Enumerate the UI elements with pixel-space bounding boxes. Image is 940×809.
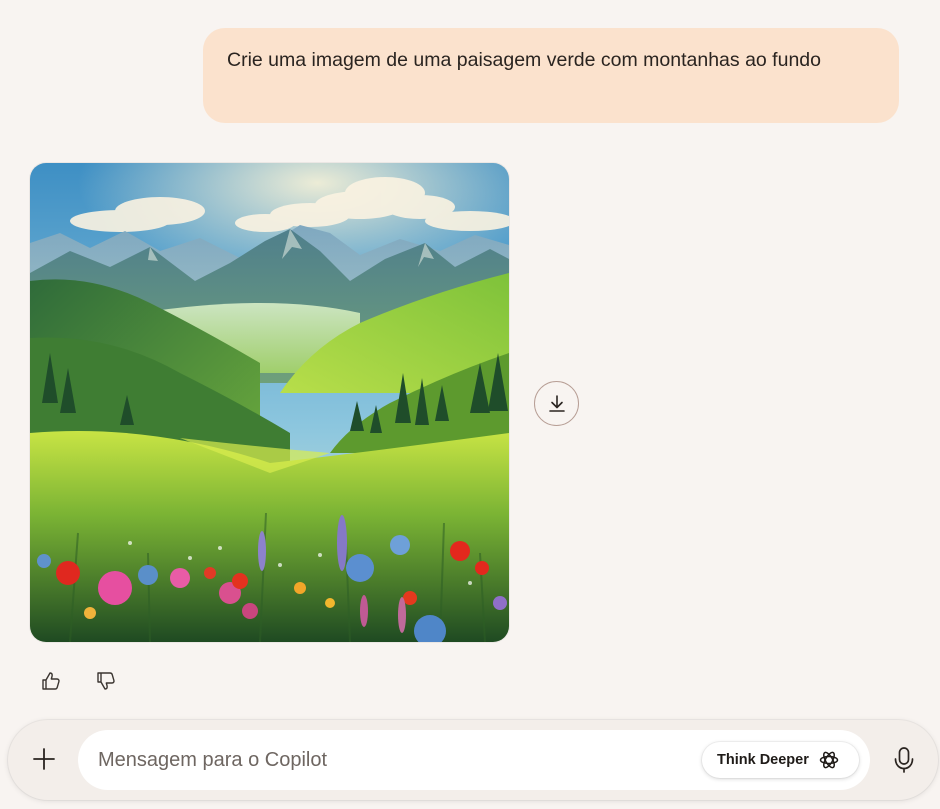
download-button[interactable] (534, 381, 579, 426)
thumbs-down-icon (97, 672, 115, 690)
message-input[interactable] (98, 744, 678, 776)
user-message-text: Crie uma imagem de uma paisagem verde co… (227, 49, 821, 71)
plus-icon (33, 748, 55, 770)
microphone-icon (894, 747, 914, 773)
microphone-button[interactable] (888, 742, 920, 778)
chat-page: Crie uma imagem de uma paisagem verde co… (0, 0, 940, 809)
download-icon (548, 394, 565, 412)
think-deeper-icon (819, 751, 839, 769)
landscape-illustration (30, 163, 509, 642)
message-composer: Think Deeper (8, 720, 938, 800)
think-deeper-label: Think Deeper (717, 752, 809, 768)
like-button[interactable] (37, 667, 65, 695)
dislike-button[interactable] (92, 667, 120, 695)
add-attachment-button[interactable] (26, 741, 62, 777)
generated-image[interactable] (30, 163, 509, 642)
think-deeper-button[interactable]: Think Deeper (702, 742, 859, 778)
message-input-box: Think Deeper (78, 730, 870, 790)
user-message-bubble: Crie uma imagem de uma paisagem verde co… (203, 28, 899, 123)
thumbs-up-icon (42, 672, 60, 690)
